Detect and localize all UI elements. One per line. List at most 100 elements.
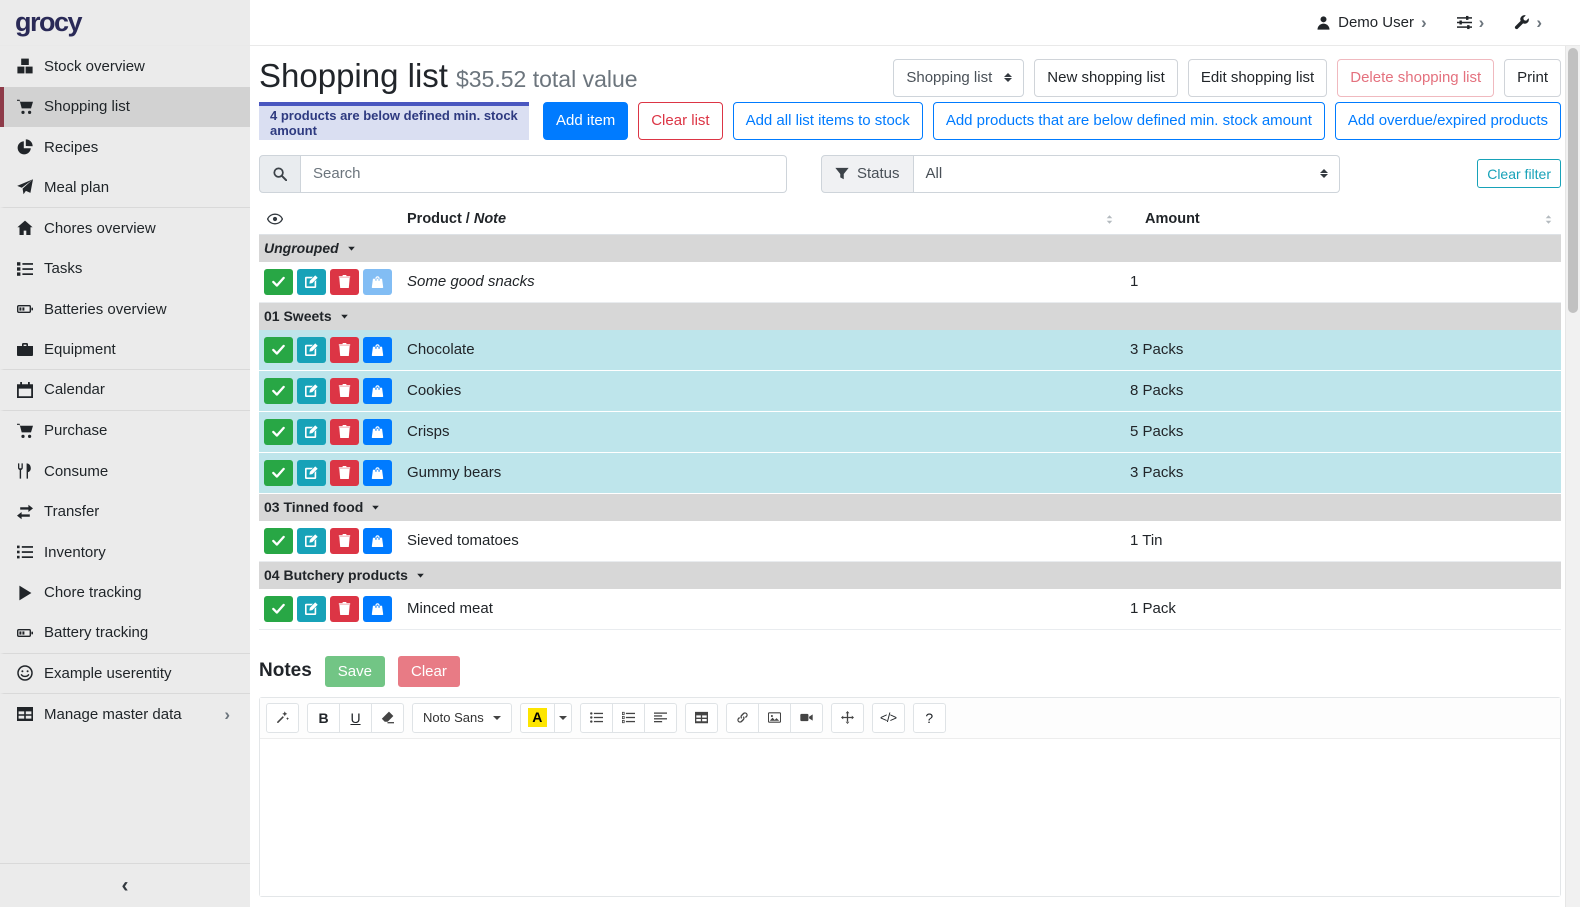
sidebar-collapse-button[interactable]: ‹ bbox=[0, 863, 250, 907]
sidebar-item-chore-tracking[interactable]: Chore tracking bbox=[0, 573, 250, 614]
row-done-button[interactable] bbox=[264, 528, 293, 554]
row-product: Chocolate bbox=[407, 341, 1130, 358]
clear-filter-button[interactable]: Clear filter bbox=[1477, 159, 1561, 188]
user-icon bbox=[1316, 15, 1331, 30]
arrows-alt-button[interactable] bbox=[831, 703, 864, 733]
add-all-to-stock-button[interactable]: Add all list items to stock bbox=[733, 102, 923, 140]
color-button[interactable]: A bbox=[520, 703, 555, 733]
add-item-button[interactable]: Add item bbox=[543, 102, 628, 140]
sidebar-item-chores-overview[interactable]: Chores overview bbox=[0, 208, 250, 249]
sidebar-item-manage-master-data[interactable]: Manage master data› bbox=[0, 694, 250, 735]
group-row[interactable]: Ungrouped bbox=[259, 235, 1561, 262]
underline-button[interactable]: U bbox=[339, 703, 372, 733]
row-delete-button[interactable] bbox=[330, 378, 359, 404]
row-edit-button[interactable] bbox=[297, 460, 326, 486]
row-delete-button[interactable] bbox=[330, 528, 359, 554]
scrollbar-thumb[interactable] bbox=[1568, 48, 1578, 313]
sidebar-item-recipes[interactable]: Recipes bbox=[0, 127, 250, 168]
row-add-to-stock-button[interactable] bbox=[363, 460, 392, 486]
shopping-list-select[interactable]: Shopping list bbox=[893, 59, 1024, 97]
row-done-button[interactable] bbox=[264, 419, 293, 445]
paragraph-button[interactable] bbox=[644, 703, 677, 733]
sidebar-item-purchase[interactable]: Purchase bbox=[0, 411, 250, 452]
vertical-scrollbar[interactable] bbox=[1565, 46, 1580, 907]
video-button[interactable] bbox=[790, 703, 823, 733]
sidebar-item-calendar[interactable]: Calendar bbox=[0, 370, 250, 411]
row-edit-button[interactable] bbox=[297, 596, 326, 622]
sidebar-item-stock-overview[interactable]: Stock overview bbox=[0, 46, 250, 87]
row-add-to-stock-button[interactable] bbox=[363, 269, 392, 295]
sidebar-item-battery-tracking[interactable]: Battery tracking bbox=[0, 613, 250, 654]
status-select[interactable]: All bbox=[914, 155, 1340, 193]
sidebar-item-inventory[interactable]: Inventory bbox=[0, 532, 250, 573]
delete-shopping-list-button[interactable]: Delete shopping list bbox=[1337, 59, 1494, 97]
link-button[interactable] bbox=[726, 703, 759, 733]
sidebar-item-transfer[interactable]: Transfer bbox=[0, 492, 250, 533]
row-add-to-stock-button[interactable] bbox=[363, 596, 392, 622]
notes-editor-area[interactable] bbox=[260, 739, 1560, 896]
row-edit-button[interactable] bbox=[297, 337, 326, 363]
row-delete-button[interactable] bbox=[330, 269, 359, 295]
notes-save-button[interactable]: Save bbox=[325, 656, 385, 687]
user-menu[interactable]: Demo User › bbox=[1316, 14, 1427, 31]
row-edit-button[interactable] bbox=[297, 528, 326, 554]
sidebar-item-consume[interactable]: Consume bbox=[0, 451, 250, 492]
print-button[interactable]: Print bbox=[1504, 59, 1561, 97]
picture-button[interactable] bbox=[758, 703, 791, 733]
eraser-button[interactable] bbox=[371, 703, 404, 733]
group-row[interactable]: 04 Butchery products bbox=[259, 562, 1561, 589]
settings-menu[interactable]: › bbox=[1457, 14, 1485, 31]
row-done-button[interactable] bbox=[264, 596, 293, 622]
sidebar-item-shopping-list[interactable]: Shopping list bbox=[0, 87, 250, 128]
row-delete-button[interactable] bbox=[330, 596, 359, 622]
row-edit-button[interactable] bbox=[297, 269, 326, 295]
group-row[interactable]: 03 Tinned food bbox=[259, 494, 1561, 521]
fontname-button[interactable]: Noto Sans bbox=[412, 703, 512, 733]
shopping-bag-icon bbox=[371, 275, 384, 288]
magic-button[interactable] bbox=[266, 703, 299, 733]
sort-icon[interactable] bbox=[1542, 213, 1555, 226]
amount-column-header[interactable]: Amount bbox=[1130, 211, 1561, 227]
row-done-button[interactable] bbox=[264, 460, 293, 486]
codeview-button[interactable]: </> bbox=[872, 703, 905, 733]
row-add-to-stock-button[interactable] bbox=[363, 528, 392, 554]
group-row[interactable]: 01 Sweets bbox=[259, 303, 1561, 330]
bold-button[interactable]: B bbox=[307, 703, 340, 733]
product-column-header[interactable]: Product /Note bbox=[407, 211, 1130, 227]
row-done-button[interactable] bbox=[264, 269, 293, 295]
sidebar-item-tasks[interactable]: Tasks bbox=[0, 249, 250, 290]
table-button[interactable] bbox=[685, 703, 718, 733]
row-add-to-stock-button[interactable] bbox=[363, 378, 392, 404]
new-shopping-list-button[interactable]: New shopping list bbox=[1034, 59, 1178, 97]
edit-shopping-list-button[interactable]: Edit shopping list bbox=[1188, 59, 1327, 97]
clear-list-button[interactable]: Clear list bbox=[638, 102, 722, 140]
check-icon bbox=[272, 425, 285, 438]
admin-menu[interactable]: › bbox=[1514, 14, 1542, 31]
row-delete-button[interactable] bbox=[330, 419, 359, 445]
color-caret-button[interactable] bbox=[554, 703, 572, 733]
sidebar-item-example-userentity[interactable]: Example userentity bbox=[0, 654, 250, 695]
row-add-to-stock-button[interactable] bbox=[363, 337, 392, 363]
eye-icon[interactable] bbox=[267, 211, 283, 227]
help-button[interactable]: ? bbox=[913, 703, 946, 733]
sidebar-item-batteries-overview[interactable]: Batteries overview bbox=[0, 289, 250, 330]
notes-clear-button[interactable]: Clear bbox=[398, 656, 460, 687]
sidebar-item-equipment[interactable]: Equipment bbox=[0, 330, 250, 371]
search-input[interactable] bbox=[301, 155, 787, 193]
add-overdue-button[interactable]: Add overdue/expired products bbox=[1335, 102, 1561, 140]
row-done-button[interactable] bbox=[264, 378, 293, 404]
row-edit-button[interactable] bbox=[297, 419, 326, 445]
row-done-button[interactable] bbox=[264, 337, 293, 363]
cart-icon bbox=[14, 99, 35, 115]
sidebar-item-meal-plan[interactable]: Meal plan bbox=[0, 168, 250, 209]
shopping-bag-icon bbox=[371, 384, 384, 397]
list-ol-button[interactable] bbox=[612, 703, 645, 733]
row-delete-button[interactable] bbox=[330, 337, 359, 363]
add-below-min-button[interactable]: Add products that are below defined min.… bbox=[933, 102, 1325, 140]
row-edit-button[interactable] bbox=[297, 378, 326, 404]
brand[interactable]: grocy bbox=[0, 0, 250, 45]
row-add-to-stock-button[interactable] bbox=[363, 419, 392, 445]
sort-icon[interactable] bbox=[1103, 213, 1116, 226]
list-ul-button[interactable] bbox=[580, 703, 613, 733]
row-delete-button[interactable] bbox=[330, 460, 359, 486]
